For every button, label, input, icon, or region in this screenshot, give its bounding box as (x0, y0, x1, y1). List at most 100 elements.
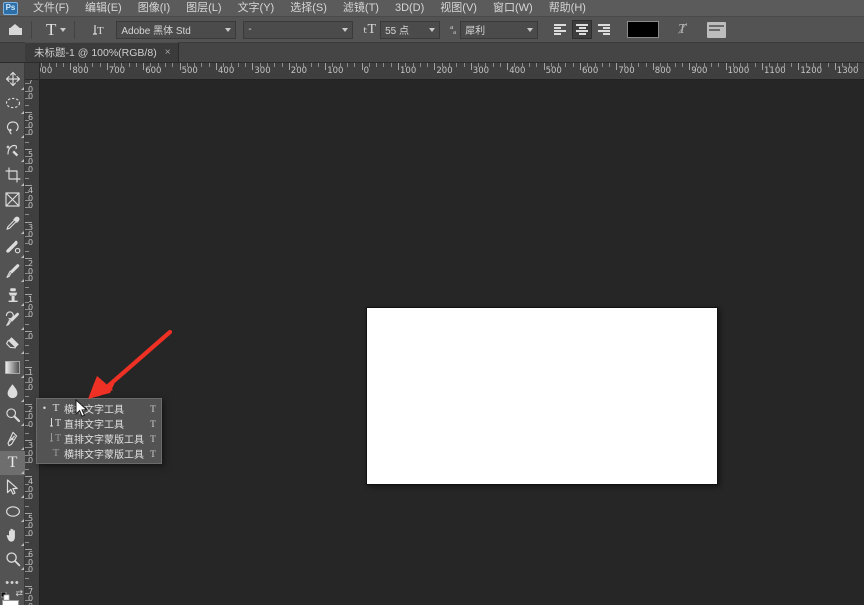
foreground-color-swatch[interactable] (2, 600, 19, 605)
ruler-minor-tick (630, 63, 632, 67)
ruler-minor-tick (208, 63, 210, 67)
quick-selection-tool[interactable] (0, 139, 25, 163)
ruler-tick (106, 63, 108, 70)
shape-tool[interactable] (0, 499, 25, 523)
clone-stamp-tool[interactable] (0, 283, 25, 307)
flyout-triangle-icon (21, 543, 24, 546)
close-icon[interactable]: × (165, 47, 171, 58)
ruler-minor-tick (99, 63, 101, 67)
flyout-triangle-icon (21, 519, 24, 522)
ruler-minor-tick (25, 396, 29, 398)
ruler-label: 300 (472, 66, 490, 76)
pen-tool[interactable] (0, 427, 25, 451)
anti-aliasing-select[interactable]: 犀利 (460, 20, 539, 39)
ruler-tick (470, 63, 472, 70)
ruler-minor-tick (25, 316, 29, 318)
hand-tool[interactable] (0, 523, 25, 547)
gradient-tool[interactable] (0, 355, 25, 379)
eraser-tool[interactable] (0, 331, 25, 355)
blur-tool[interactable] (0, 379, 25, 403)
flyout-item-2[interactable]: T 直排文字蒙版工具 T (37, 431, 161, 446)
menu-item-4[interactable]: 文字(Y) (230, 0, 283, 17)
text-color-swatch[interactable] (627, 21, 660, 38)
menu-item-7[interactable]: 3D(D) (387, 0, 432, 17)
default-colors-icon[interactable] (0, 588, 10, 601)
ruler-minor-tick (747, 63, 749, 67)
spot-healing-brush-tool[interactable] (0, 235, 25, 259)
swap-colors-icon[interactable]: ⇄ (15, 588, 23, 599)
mouse-cursor (75, 399, 88, 417)
divider (31, 20, 32, 39)
ruler-minor-tick (383, 63, 385, 67)
character-paragraph-panel-icon[interactable] (707, 21, 727, 38)
ruler-minor-tick (376, 63, 378, 67)
flyout-item-3[interactable]: T 横排文字蒙版工具 T (37, 446, 161, 461)
svg-text:T: T (55, 433, 61, 443)
ruler-minor-tick (245, 63, 247, 67)
lasso-tool[interactable] (0, 115, 25, 139)
brush-tool[interactable] (0, 259, 25, 283)
menu-item-5[interactable]: 选择(S) (282, 0, 335, 17)
align-center-icon[interactable] (572, 20, 593, 39)
ruler-minor-tick (25, 447, 29, 449)
ruler-minor-tick (645, 63, 647, 67)
align-left-icon[interactable] (550, 20, 570, 39)
canvas-workspace[interactable] (40, 80, 864, 605)
menu-item-6[interactable]: 滤镜(T) (335, 0, 387, 17)
flyout-triangle-icon (21, 567, 24, 570)
type-tool[interactable]: T (0, 451, 25, 475)
chevron-down-icon (429, 27, 436, 32)
ruler-minor-tick (783, 63, 785, 67)
options-bar: T T Adobe 黑体 Std - ₜT 55 点 ªₐ 犀利 Ⱦ (0, 17, 864, 43)
document-tab[interactable]: 未标题-1 @ 100%(RGB/8) × (25, 42, 179, 62)
ruler-tick (652, 63, 654, 70)
ruler-label: 500 (28, 149, 34, 174)
flyout-item-0[interactable]: • T 横排文字工具 T (37, 401, 161, 416)
ruler-minor-tick (25, 389, 29, 391)
path-selection-tool[interactable] (0, 475, 25, 499)
home-icon[interactable] (4, 19, 26, 41)
menu-item-8[interactable]: 视图(V) (432, 0, 485, 17)
eyedropper-tool[interactable] (0, 211, 25, 235)
divider (74, 20, 76, 39)
zoom-tool[interactable] (0, 547, 25, 571)
font-family-select[interactable]: Adobe 黑体 Std (116, 20, 237, 39)
flyout-item-shortcut: T (150, 403, 156, 414)
ruler-minor-tick (25, 563, 29, 565)
font-size-select[interactable]: 55 点 (380, 20, 441, 39)
marquee-tool[interactable] (0, 91, 25, 115)
move-tool[interactable] (0, 67, 25, 91)
ruler-minor-tick (347, 63, 349, 67)
ruler-minor-tick (281, 63, 283, 67)
crop-tool[interactable] (0, 163, 25, 187)
menu-item-1[interactable]: 编辑(E) (77, 0, 130, 17)
ruler-tick (434, 63, 436, 70)
document-canvas[interactable] (366, 307, 718, 485)
warp-text-icon[interactable]: Ⱦ (671, 20, 693, 40)
horizontal-ruler[interactable]: 9008007006005004003002001000100200300400… (40, 63, 864, 80)
tool-preset-picker[interactable]: T (43, 19, 69, 40)
menu-item-9[interactable]: 窗口(W) (485, 0, 541, 17)
menu-item-2[interactable]: 图像(I) (130, 0, 178, 17)
ruler-minor-tick (25, 126, 29, 128)
flyout-triangle-icon (21, 375, 24, 378)
flyout-item-1[interactable]: T 直排文字工具 T (37, 416, 161, 431)
ruler-minor-tick (427, 63, 429, 67)
frame-tool[interactable] (0, 187, 25, 211)
vertical-ruler[interactable]: 700 600 500 400 300 200 100 0 100 200 300 400 500 600… (25, 80, 40, 605)
menu-item-0[interactable]: 文件(F) (25, 0, 77, 17)
ruler-minor-tick (499, 63, 501, 67)
dodge-tool[interactable] (0, 403, 25, 427)
menu-item-3[interactable]: 图层(L) (178, 0, 229, 17)
align-right-icon[interactable] (594, 20, 614, 39)
menu-item-10[interactable]: 帮助(H) (541, 0, 594, 17)
ruler-tick (507, 63, 509, 70)
history-brush-tool[interactable] (0, 307, 25, 331)
flyout-triangle-icon (21, 327, 24, 330)
ruler-tick (543, 63, 545, 70)
font-style-select[interactable]: - (243, 20, 354, 39)
ruler-label: 300 (254, 66, 271, 76)
toggle-text-orientation-icon[interactable]: T (87, 20, 109, 40)
horizontal-type-icon: T (48, 401, 64, 416)
ruler-label: 400 (28, 186, 34, 211)
